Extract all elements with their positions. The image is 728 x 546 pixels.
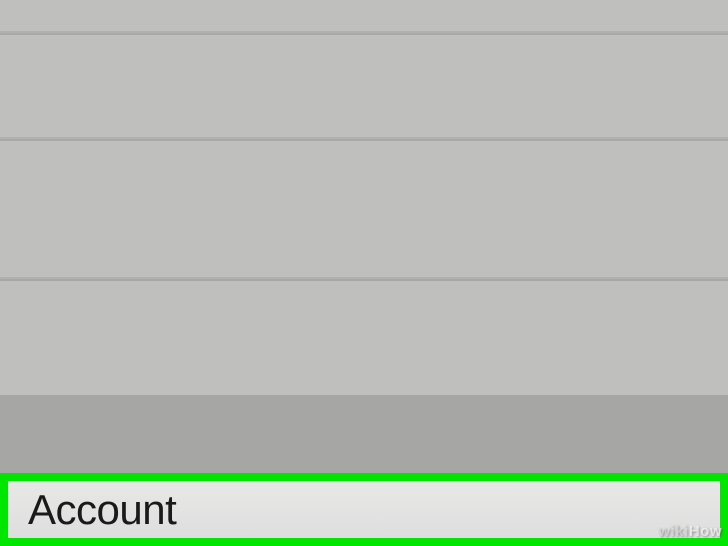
account-label: Account <box>28 486 176 534</box>
settings-list-section <box>0 0 728 395</box>
section-separator <box>0 395 728 473</box>
settings-row[interactable] <box>0 279 728 395</box>
settings-row[interactable] <box>0 0 728 33</box>
account-row[interactable]: Account <box>8 481 720 538</box>
settings-row[interactable] <box>0 33 728 139</box>
wikihow-watermark: wikiHow <box>658 523 722 540</box>
watermark-prefix: wiki <box>658 523 688 540</box>
watermark-suffix: How <box>689 523 722 540</box>
account-row-highlight: Account <box>0 473 728 546</box>
settings-row[interactable] <box>0 139 728 279</box>
